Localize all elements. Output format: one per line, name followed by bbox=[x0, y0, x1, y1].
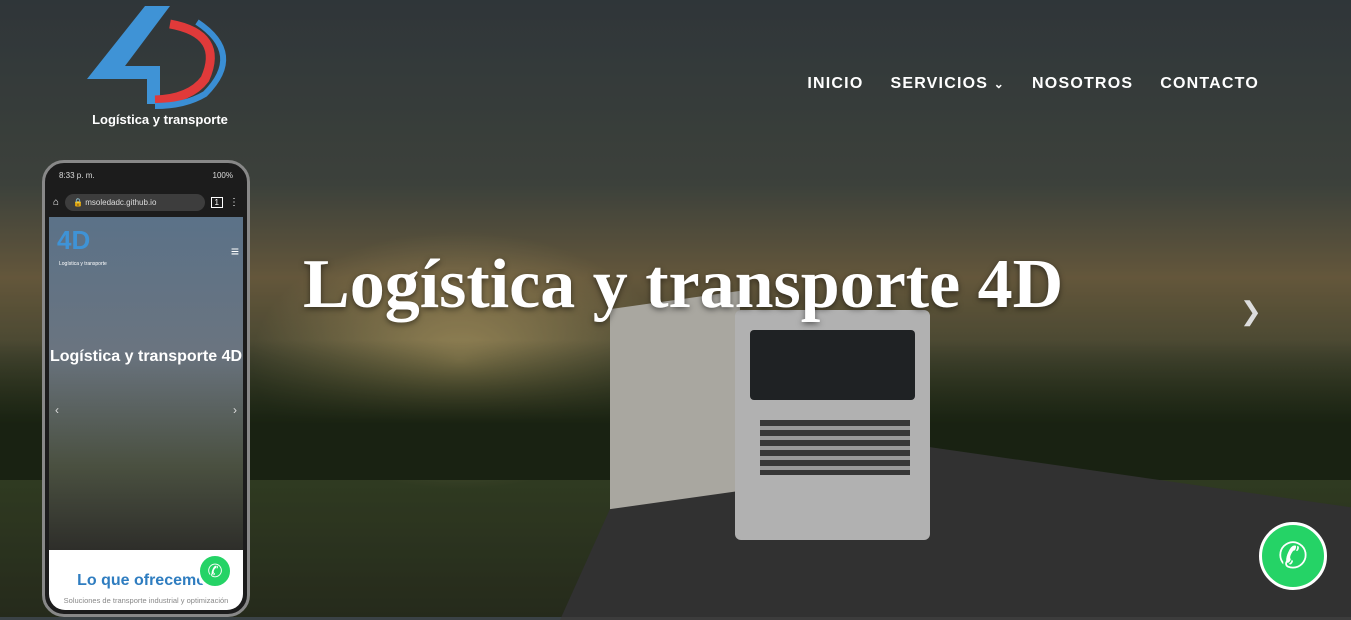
main-nav: INICIO SERVICIOS ⌄ NOSOTROS CONTACTO bbox=[807, 75, 1259, 93]
phone-next-icon: › bbox=[233, 403, 237, 417]
phone-url-text: msoledadc.github.io bbox=[85, 197, 157, 207]
whatsapp-icon: ✆ bbox=[1277, 535, 1309, 576]
nav-contacto[interactable]: CONTACTO bbox=[1160, 75, 1259, 93]
phone-status-bar: 8:33 p. m. 100% bbox=[45, 163, 247, 189]
nav-nosotros[interactable]: NOSOTROS bbox=[1032, 75, 1133, 93]
phone-url: 🔒 msoledadc.github.io bbox=[65, 193, 205, 211]
logo[interactable]: Logística y transporte bbox=[80, 4, 240, 127]
phone-screen: 4D Logística y transporte ≡ Logística y … bbox=[49, 217, 243, 550]
nav-servicios-label: SERVICIOS bbox=[890, 75, 989, 92]
hamburger-icon: ≡ bbox=[230, 243, 239, 259]
phone-hero-title: Logística y transporte 4D bbox=[49, 348, 243, 365]
phone-prev-icon: ‹ bbox=[55, 403, 59, 417]
carousel-next-icon[interactable]: ❯ bbox=[1240, 296, 1262, 327]
phone-time: 8:33 p. m. bbox=[59, 171, 95, 180]
phone-browser-bar: ⌂ 🔒 msoledadc.github.io 1 ⋮ bbox=[45, 189, 247, 215]
hero-title: Logística y transporte 4D bbox=[303, 246, 1064, 323]
phone-whatsapp-icon: ✆ bbox=[197, 553, 233, 589]
more-icon: ⋮ bbox=[229, 196, 239, 208]
logo-text: Logística y transporte bbox=[92, 112, 228, 127]
phone-logo-icon: 4D bbox=[57, 225, 91, 255]
whatsapp-button[interactable]: ✆ bbox=[1259, 522, 1327, 590]
logo-4d-icon bbox=[87, 6, 227, 109]
nav-inicio[interactable]: INICIO bbox=[807, 75, 863, 93]
home-icon: ⌂ bbox=[53, 196, 60, 208]
phone-section-subtitle: Soluciones de transporte industrial y op… bbox=[63, 596, 229, 605]
phone-logo-text: Logística y transporte bbox=[59, 261, 107, 267]
tabs-icon: 1 bbox=[210, 196, 223, 208]
chevron-down-icon: ⌄ bbox=[993, 77, 1006, 91]
phone-battery: 100% bbox=[212, 171, 233, 180]
phone-mockup: 8:33 p. m. 100% ⌂ 🔒 msoledadc.github.io 1… bbox=[42, 160, 250, 617]
nav-servicios[interactable]: SERVICIOS ⌄ bbox=[890, 75, 1005, 93]
